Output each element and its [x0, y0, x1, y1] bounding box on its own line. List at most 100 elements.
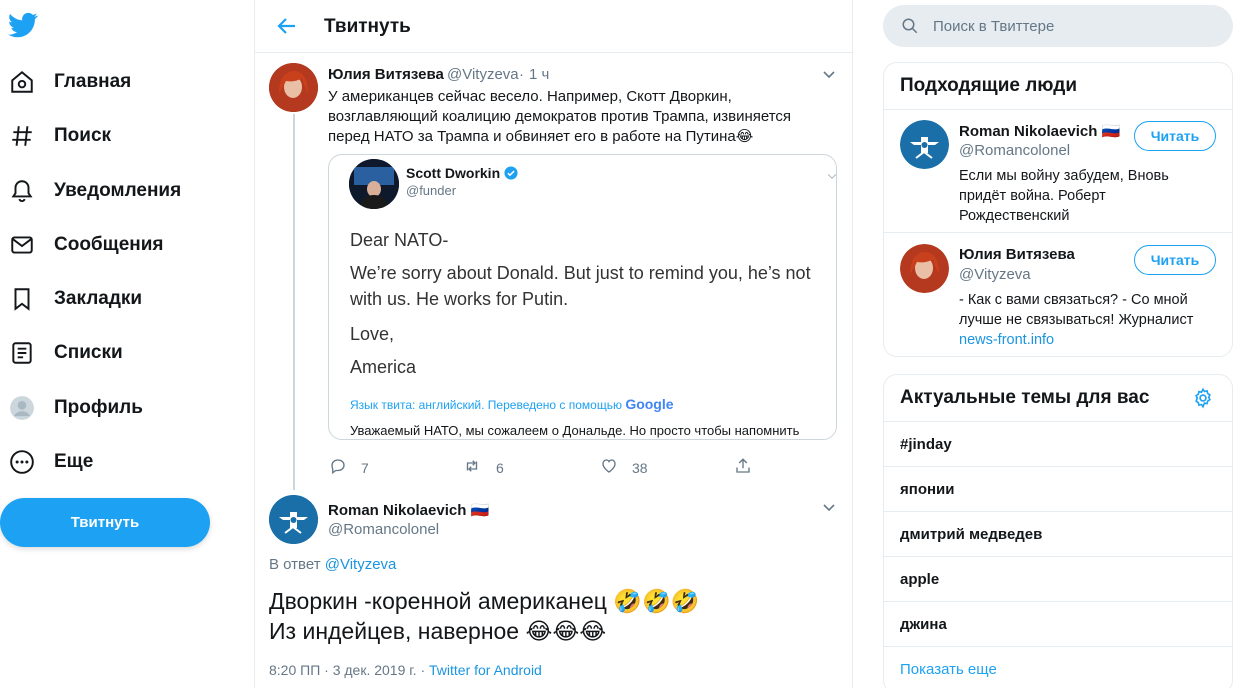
quote-line-3: Love,: [350, 324, 395, 344]
more-circle-icon: [8, 448, 36, 476]
quote-translation: Уважаемый НАТО, мы сожалеем о Дональде. …: [350, 423, 800, 438]
quoted-tweet[interactable]: Scott Dworkin @funder Dear NATO- We’re s…: [328, 154, 837, 440]
share-action[interactable]: [734, 457, 752, 478]
reply-context: В ответ @Vityzeva: [269, 556, 397, 573]
quote-author-name: Scott Dworkin: [406, 165, 518, 183]
quote-line-2a: We’re sorry about Donald. But just to re…: [350, 263, 811, 283]
mail-icon: [8, 231, 36, 259]
nav-explore[interactable]: Поиск: [8, 116, 111, 156]
retweet-count: 6: [496, 459, 504, 476]
quote-handle: @funder: [406, 183, 457, 198]
follow-button[interactable]: Читать: [1134, 121, 1216, 151]
nav-profile-label: Профиль: [54, 397, 143, 418]
search-input[interactable]: [933, 17, 1213, 35]
like-count: 38: [632, 459, 648, 476]
tweet2-text-line-2: Из индейцев, наверное 😂😂😂: [269, 618, 607, 644]
follow-suggestion[interactable]: Roman Nikolaevich 🇷🇺 @Romancolonel Читат…: [884, 110, 1232, 233]
nav-bookmarks[interactable]: Закладки: [8, 279, 142, 319]
quote-line-1: Dear NATO-: [350, 230, 449, 250]
bell-icon: [8, 177, 36, 205]
list-icon: [8, 339, 36, 367]
tweet2-text-line-1: Дворкин -коренной американец 🤣🤣🤣: [269, 588, 700, 614]
reply-action[interactable]: 7: [329, 457, 369, 478]
nav-profile[interactable]: Профиль: [8, 388, 143, 428]
tweet2-source[interactable]: Twitter for Android: [429, 662, 542, 678]
nav-explore-label: Поиск: [54, 125, 112, 146]
suggestion-avatar: [900, 120, 949, 169]
nav-messages[interactable]: Сообщения: [8, 225, 164, 265]
nav-notifications[interactable]: Уведомления: [8, 171, 181, 211]
back-arrow-icon[interactable]: [275, 14, 299, 38]
avatar-roman[interactable]: [269, 495, 318, 544]
suggestion-name: Roman Nikolaevich 🇷🇺: [959, 123, 1121, 140]
settings-gear-icon[interactable]: [1192, 387, 1214, 415]
tweet2-author-name[interactable]: Roman Nikolaevich 🇷🇺: [328, 501, 489, 519]
bookmark-icon: [8, 285, 36, 313]
trends-title: Актуальные темы для вас: [900, 387, 1150, 408]
tweet1-separator: ·: [519, 66, 524, 83]
nav-bookmarks-label: Закладки: [54, 288, 143, 309]
trends-panel: Актуальные темы для вас #jinday японии д…: [883, 374, 1233, 688]
tweet1-handle[interactable]: @Vityzeva: [447, 66, 519, 83]
nav-home-label: Главная: [54, 71, 132, 92]
nav-home[interactable]: Главная: [8, 62, 131, 102]
nav-lists-label: Списки: [54, 342, 123, 363]
nav-more-label: Еще: [54, 451, 94, 472]
profile-avatar-icon: [8, 394, 36, 422]
compose-tweet-button[interactable]: Твитнуть: [0, 498, 210, 547]
nav-messages-label: Сообщения: [54, 234, 164, 255]
suggestion-handle: @Vityzeva: [959, 266, 1031, 283]
trend-item[interactable]: дмитрий медведев: [884, 512, 1232, 557]
quote-avatar: [349, 159, 399, 209]
home-icon: [8, 68, 36, 96]
trend-item[interactable]: #jinday: [884, 422, 1232, 467]
quote-line-2b: with us. He works for Putin.: [350, 289, 569, 309]
russia-flag: 🇷🇺: [470, 502, 490, 519]
show-more-link[interactable]: Показать еще: [884, 647, 1232, 688]
twitter-bird-icon[interactable]: [8, 10, 38, 40]
trend-item[interactable]: джина: [884, 602, 1232, 647]
retweet-icon: [462, 457, 482, 478]
trend-item[interactable]: apple: [884, 557, 1232, 602]
quote-line-4: America: [350, 357, 417, 377]
quote-chevron-down-icon: [826, 169, 836, 185]
reply-to-link[interactable]: @Vityzeva: [325, 556, 397, 573]
trend-item[interactable]: японии: [884, 467, 1232, 512]
heart-icon: [600, 457, 618, 478]
translation-note[interactable]: Язык твита: английский. Переведено с пом…: [350, 396, 674, 412]
tweet2-chevron-down-icon[interactable]: [821, 499, 837, 515]
nav-notifications-label: Уведомления: [54, 180, 182, 201]
verified-badge-icon: [504, 166, 518, 183]
follow-button[interactable]: Читать: [1134, 245, 1216, 275]
google-logo: Google: [625, 396, 674, 412]
search-icon: [901, 17, 919, 35]
retweet-action[interactable]: 6: [462, 457, 504, 478]
share-icon: [734, 457, 752, 478]
main-header: Твитнуть: [255, 0, 852, 53]
suggestion-name: Юлия Витязева: [959, 246, 1075, 263]
like-action[interactable]: 38: [600, 457, 648, 478]
left-sidebar: Главная Поиск Уведомления Сообщения Закл…: [0, 0, 254, 688]
nav-lists[interactable]: Списки: [8, 333, 123, 373]
tweet1-time[interactable]: 1 ч: [529, 66, 549, 83]
reply-icon: [329, 457, 347, 478]
nav-more[interactable]: Еще: [8, 442, 93, 482]
suggestion-bio: - Как с вами связаться? - Со мной лучше …: [959, 292, 1194, 348]
hashtag-icon: [8, 122, 36, 150]
tweet2-handle[interactable]: @Romancolonel: [328, 521, 439, 538]
tweet1-author-name[interactable]: Юлия Витязева: [328, 66, 444, 83]
bio-link[interactable]: news-front.info: [959, 332, 1054, 348]
tweet1-chevron-down-icon[interactable]: [821, 66, 837, 82]
search-bar[interactable]: [883, 5, 1233, 47]
follow-suggestion[interactable]: Юлия Витязева @Vityzeva Читать - Как с в…: [884, 234, 1232, 356]
avatar-julia[interactable]: [269, 63, 318, 112]
page-title: Твитнуть: [324, 16, 411, 37]
tweet2-timestamp[interactable]: 8:20 ПП · 3 дек. 2019 г. ·: [269, 662, 425, 678]
who-to-follow-title: Подходящие люди: [884, 63, 1232, 110]
russia-flag: 🇷🇺: [1101, 123, 1121, 140]
trends-header: Актуальные темы для вас: [884, 375, 1232, 422]
thread-line: [293, 114, 295, 490]
tweet1-text: У американцев сейчас весело. Например, С…: [328, 88, 792, 145]
suggestion-handle: @Romancolonel: [959, 142, 1071, 159]
tweet2-meta: 8:20 ПП · 3 дек. 2019 г. · Twitter for A…: [269, 662, 542, 678]
